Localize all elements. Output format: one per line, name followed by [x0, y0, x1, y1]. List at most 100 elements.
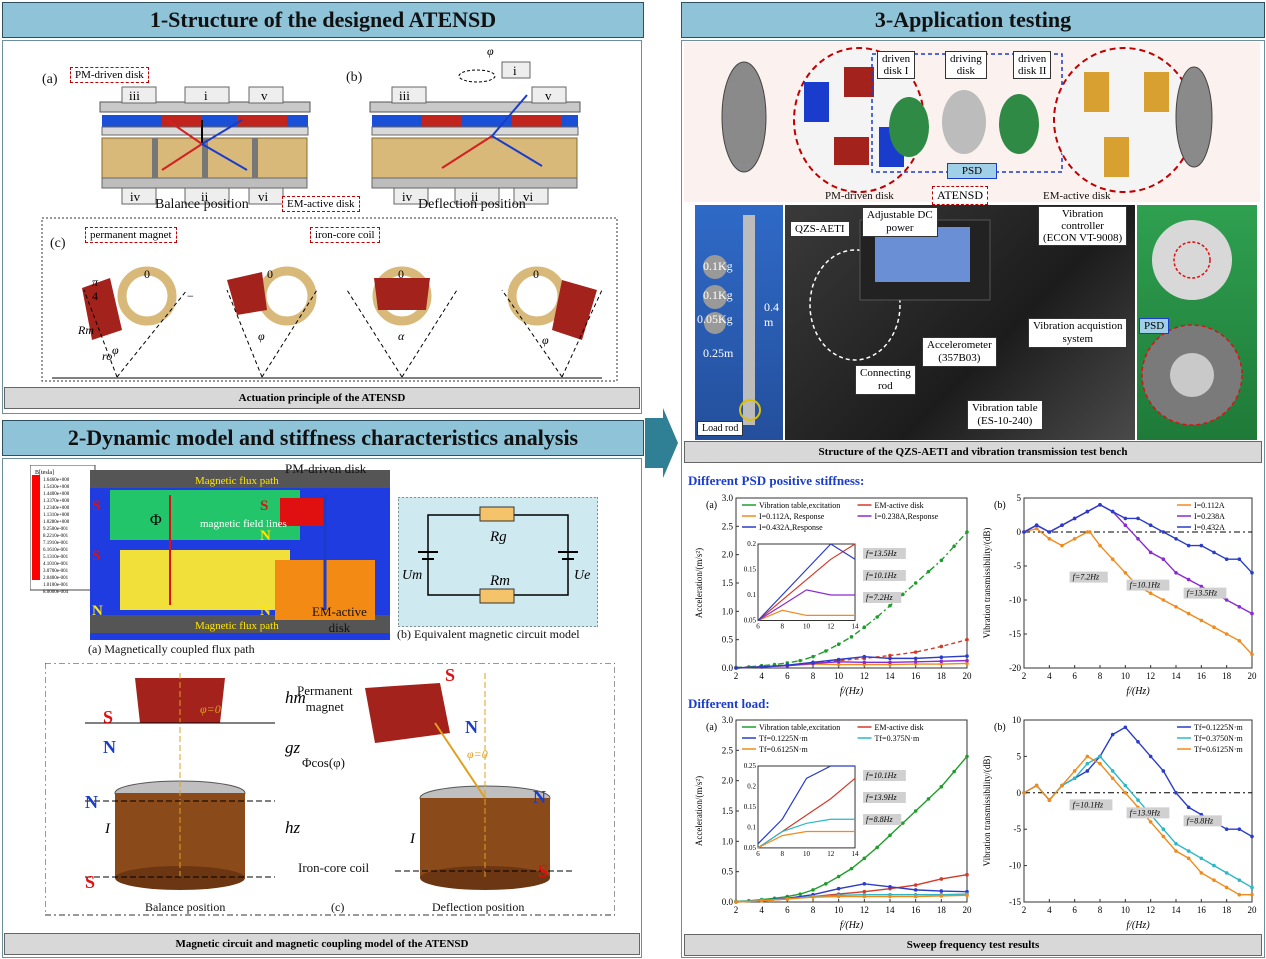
- x-tick-label: 8: [1098, 905, 1103, 915]
- inset-x-tick-label: 6: [756, 623, 760, 631]
- y-axis-label: Acceleration/(m/s²): [694, 548, 704, 618]
- phi-3: φ: [542, 333, 549, 347]
- vibration-controller-label: Vibration controller (ECON VT-9008): [1038, 206, 1128, 246]
- data-point: [1034, 783, 1039, 788]
- x-tick-label: 4: [1047, 671, 1052, 681]
- data-point: [1110, 776, 1115, 781]
- data-point: [1186, 611, 1191, 616]
- pm-disk-label-2: PM-driven disk: [285, 461, 367, 476]
- data-point: [939, 644, 944, 649]
- chart-tr-load: 2 4 6 8 10 12 14 16 18 20 10 5 0 -5 -10 -15 f/(Hz) Vibrat…: [982, 715, 1257, 931]
- data-point: [1085, 761, 1090, 766]
- y-tick-label: 10: [1012, 715, 1022, 725]
- y-tick-label: 2.5: [722, 745, 734, 755]
- inset-y-tick-label: 0.05: [744, 617, 757, 625]
- y-tick-label: 3.0: [722, 493, 734, 503]
- x-tick-label: 10: [1121, 671, 1131, 681]
- deflection-position-label: Deflection position: [418, 197, 526, 212]
- chart-acc-load: 2 4 6 8 10 12 14 16 18 20 0.0 0.5 1.0 1.5 2.0 2.5 3.0 f/(…: [694, 715, 972, 931]
- data-point: [849, 866, 854, 871]
- panel-letter: (a): [706, 500, 717, 511]
- data-point: [836, 642, 841, 646]
- inset-x-tick-label: 12: [827, 623, 835, 631]
- data-point: [926, 569, 931, 574]
- data-point: [836, 894, 841, 899]
- perm-magnet-label: Permanent magnet: [297, 683, 353, 714]
- annotation-label: f=7.2Hz: [866, 593, 893, 602]
- data-point: [1072, 516, 1077, 521]
- y-tick-label: 5: [1017, 493, 1022, 503]
- data-point: [1250, 892, 1254, 897]
- legend-label: I=0.112A: [1194, 501, 1225, 510]
- pole-n1: N: [92, 603, 103, 619]
- pole-n-def-mid: N: [465, 717, 478, 737]
- phi-b: φ: [487, 44, 494, 58]
- label-c: (c): [50, 236, 66, 251]
- driven-disk-1-label: driven disk I: [877, 51, 916, 79]
- data-point: [1186, 543, 1191, 548]
- load-rod-label: Load rod: [697, 421, 744, 436]
- phi-def-label: φ=0: [467, 747, 488, 761]
- legend-label: Vibration table,excitation: [759, 501, 840, 510]
- legend-v9: 7.1910e-001: [43, 541, 69, 546]
- data-point: [862, 856, 867, 861]
- data-point: [1224, 632, 1229, 636]
- data-point: [888, 656, 892, 661]
- y-tick-label: -20: [1009, 663, 1021, 673]
- data-point: [1098, 543, 1102, 548]
- chart-tr-stiffness: 2 4 6 8 10 12 14 16 18 20 5 0 -5 -10 -15 -20 f/(Hz) Vibra…: [982, 493, 1258, 697]
- legend-title: B[tesla]: [35, 470, 54, 476]
- legend-colorbar: [32, 475, 40, 580]
- annotation-label: f=8.8Hz: [866, 815, 893, 824]
- x-tick-label: 16: [911, 905, 921, 915]
- y-tick-label: 5: [1017, 751, 1022, 761]
- data-point: [1174, 849, 1178, 853]
- x-tick-label: 6: [785, 671, 790, 681]
- legend-v15: 1.0100e-001: [43, 583, 69, 588]
- legend-label: Tf=0.1225N·m: [1194, 723, 1244, 732]
- label-b: (b): [346, 70, 363, 85]
- x-tick-label: 18: [937, 671, 947, 681]
- legend-label: I=0.432A,Response: [759, 523, 823, 532]
- data-point: [1022, 791, 1026, 795]
- data-point: [1161, 769, 1166, 773]
- data-point: [1123, 791, 1128, 795]
- data-point: [1174, 841, 1178, 846]
- data-point: [1237, 557, 1242, 561]
- data-point: [965, 893, 969, 898]
- data-point: [1250, 885, 1254, 890]
- data-point: [1123, 571, 1128, 575]
- connecting-rod-label: Connecting rod: [855, 365, 916, 395]
- data-point: [824, 649, 828, 653]
- data-point: [913, 894, 918, 899]
- legend-label: Tf=0.3750N·m: [1194, 734, 1244, 743]
- caption-b-circuit: (b) Equivalent magnetic circuit model: [397, 627, 580, 641]
- pole-n-bal-coil: N: [85, 792, 98, 812]
- data-point: [888, 894, 892, 899]
- balance-label-2: Balance position: [145, 900, 226, 914]
- data-point: [888, 603, 892, 608]
- data-point: [1110, 769, 1115, 773]
- x-tick-label: 20: [1248, 671, 1258, 681]
- balance-position-label: Balance position: [155, 197, 249, 212]
- data-point: [1110, 732, 1115, 737]
- pole-n-bal-mid: N: [103, 737, 116, 757]
- data-point: [1212, 550, 1216, 555]
- data-point: [888, 833, 892, 838]
- x-tick-label: 16: [1197, 671, 1207, 681]
- data-point: [1161, 598, 1166, 602]
- data-point: [811, 895, 815, 899]
- legend-label: I=0.112A, Response: [759, 512, 825, 521]
- data-point: [1250, 652, 1254, 657]
- zero-4: 0: [533, 267, 539, 281]
- data-point: [836, 874, 841, 879]
- y-tick-label: 1.5: [722, 806, 734, 816]
- legend-v0: 1.6460e+000: [43, 478, 70, 483]
- data-point: [759, 665, 764, 669]
- x-tick-label: 2: [734, 905, 739, 915]
- annotation-label: f=8.8Hz: [1187, 816, 1214, 825]
- x-tick-label: 16: [911, 671, 921, 681]
- x-tick-label: 6: [1072, 905, 1077, 915]
- data-point: [1186, 856, 1191, 861]
- field-lines-label: magnetic field lines: [200, 518, 287, 530]
